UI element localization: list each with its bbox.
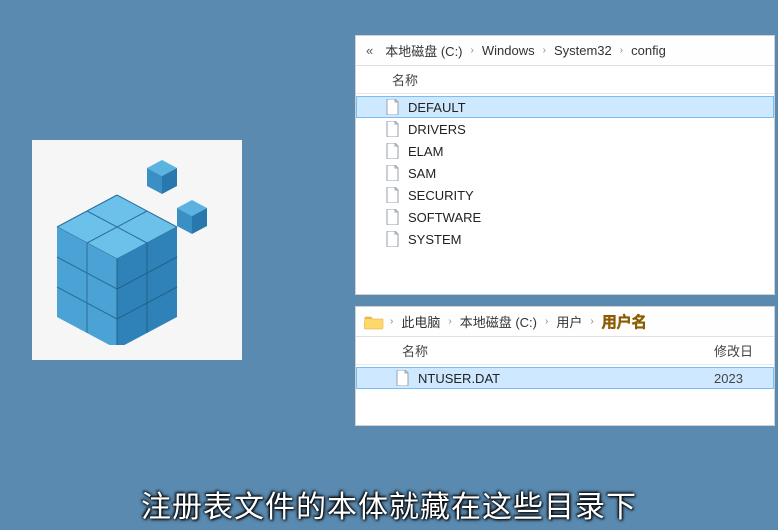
chevron-right-icon: › xyxy=(541,45,548,56)
breadcrumb-seg-c[interactable]: 本地磁盘 (C:) xyxy=(379,36,468,65)
file-name: DRIVERS xyxy=(408,122,770,137)
file-row[interactable]: SOFTWARE xyxy=(356,206,774,228)
file-name: ELAM xyxy=(408,144,770,159)
column-header-date[interactable]: 修改日 xyxy=(714,341,774,360)
file-icon xyxy=(386,121,400,137)
file-list: NTUSER.DAT2023 xyxy=(356,365,774,391)
file-name: SECURITY xyxy=(408,188,770,203)
breadcrumb-overflow[interactable]: « xyxy=(360,43,379,58)
file-name: SOFTWARE xyxy=(408,210,770,225)
file-row[interactable]: NTUSER.DAT2023 xyxy=(356,367,774,389)
file-row[interactable]: SAM xyxy=(356,162,774,184)
chevron-right-icon: › xyxy=(469,45,476,56)
breadcrumb-seg-username[interactable]: 用户名 xyxy=(596,307,653,336)
file-icon xyxy=(386,165,400,181)
registry-icon-panel xyxy=(32,140,242,360)
column-header-row: 名称 xyxy=(356,66,774,94)
breadcrumb[interactable]: « 本地磁盘 (C:) › Windows › System32 › confi… xyxy=(356,36,774,66)
breadcrumb-seg-c[interactable]: 本地磁盘 (C:) xyxy=(454,307,543,336)
file-date: 2023 xyxy=(714,371,769,386)
breadcrumb-seg-windows[interactable]: Windows xyxy=(476,36,541,65)
folder-icon xyxy=(364,314,384,330)
column-header-row: 名称 修改日 xyxy=(356,337,774,365)
chevron-right-icon: › xyxy=(388,316,395,327)
chevron-right-icon: › xyxy=(588,316,595,327)
breadcrumb-seg-system32[interactable]: System32 xyxy=(548,36,618,65)
file-icon xyxy=(386,99,400,115)
file-name: SYSTEM xyxy=(408,232,770,247)
file-row[interactable]: SYSTEM xyxy=(356,228,774,250)
explorer-window-config: « 本地磁盘 (C:) › Windows › System32 › confi… xyxy=(355,35,775,295)
file-icon xyxy=(386,187,400,203)
explorer-window-user: › 此电脑 › 本地磁盘 (C:) › 用户 › 用户名 名称 修改日 NTUS… xyxy=(355,306,775,426)
breadcrumb-seg-thispc[interactable]: 此电脑 xyxy=(395,307,446,336)
file-list: DEFAULT DRIVERS ELAM SAM SECURITY SOFTWARE SYS… xyxy=(356,94,774,252)
chevron-right-icon: › xyxy=(543,316,550,327)
breadcrumb-seg-users[interactable]: 用户 xyxy=(550,307,588,336)
chevron-right-icon: › xyxy=(618,45,625,56)
file-row[interactable]: DRIVERS xyxy=(356,118,774,140)
file-row[interactable]: DEFAULT xyxy=(356,96,774,118)
file-name: NTUSER.DAT xyxy=(418,371,714,386)
file-icon xyxy=(386,143,400,159)
registry-cube-icon xyxy=(52,155,222,345)
file-name: SAM xyxy=(408,166,770,181)
subtitle-caption: 注册表文件的本体就藏在这些目录下 xyxy=(0,482,778,526)
chevron-right-icon: › xyxy=(446,316,453,327)
file-row[interactable]: SECURITY xyxy=(356,184,774,206)
file-icon xyxy=(386,231,400,247)
file-icon xyxy=(396,370,410,386)
breadcrumb[interactable]: › 此电脑 › 本地磁盘 (C:) › 用户 › 用户名 xyxy=(356,307,774,337)
file-row[interactable]: ELAM xyxy=(356,140,774,162)
file-icon xyxy=(386,209,400,225)
file-name: DEFAULT xyxy=(408,100,769,115)
column-header-name[interactable]: 名称 xyxy=(396,341,714,360)
breadcrumb-seg-config[interactable]: config xyxy=(625,36,672,65)
column-header-name[interactable]: 名称 xyxy=(386,70,774,89)
